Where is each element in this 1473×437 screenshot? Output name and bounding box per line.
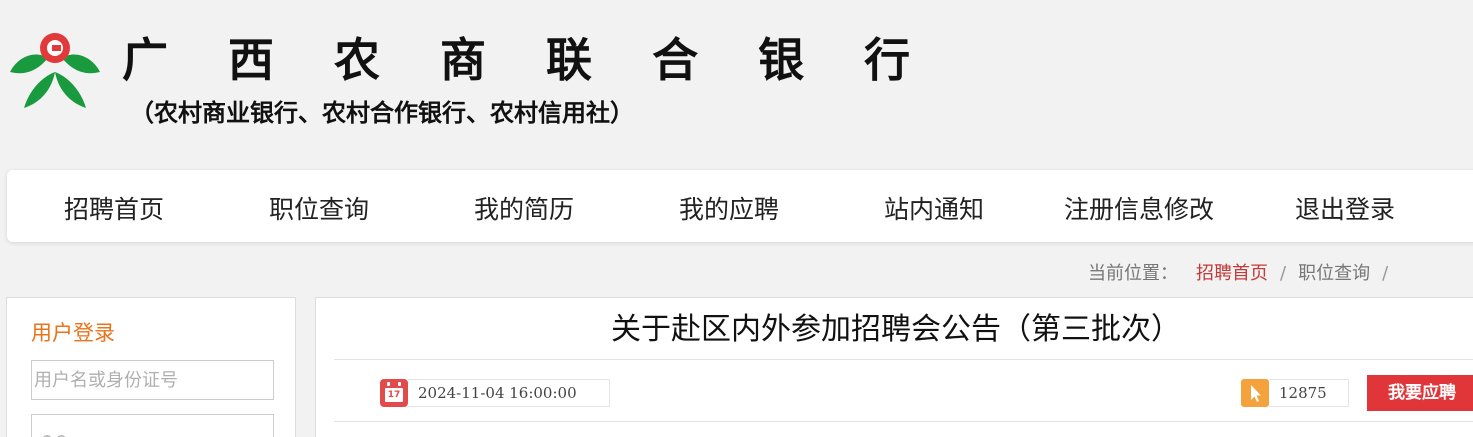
article-panel: 关于赴区内外参加招聘会公告（第三批次） 17 2024-11-04 16:00:… <box>315 297 1473 437</box>
main-nav: 招聘首页 职位查询 我的简历 我的应聘 站内通知 注册信息修改 退出登录 <box>7 170 1473 242</box>
calendar-day: 17 <box>385 388 403 402</box>
bank-subtitle: （农村商业银行、农村合作银行、农村信用社） <box>130 99 634 127</box>
apply-button[interactable]: 我要应聘 <box>1367 375 1473 411</box>
nav-item-my-applications[interactable]: 我的应聘 <box>679 170 779 242</box>
nav-item-home[interactable]: 招聘首页 <box>64 170 164 242</box>
breadcrumb-separator: / <box>1382 263 1389 284</box>
divider <box>334 359 1473 360</box>
breadcrumb-separator: / <box>1280 263 1287 284</box>
nav-item-job-search[interactable]: 职位查询 <box>269 170 369 242</box>
login-title: 用户登录 <box>31 321 115 345</box>
article-title: 关于赴区内外参加招聘会公告（第三批次） <box>611 312 1181 347</box>
view-count: 12875 <box>1269 379 1349 407</box>
nav-item-logout[interactable]: 退出登录 <box>1295 170 1395 242</box>
breadcrumb-job-search-link[interactable]: 职位查询 <box>1298 263 1370 284</box>
cursor-icon <box>1241 379 1269 407</box>
bank-title: 广 西 农 商 联 合 银 行 <box>122 33 933 87</box>
publish-date: 2024-11-04 16:00:00 <box>408 379 610 407</box>
breadcrumb-home-link[interactable]: 招聘首页 <box>1196 263 1268 284</box>
divider <box>334 421 1473 422</box>
calendar-icon: 17 <box>380 379 408 407</box>
username-input[interactable] <box>31 360 274 400</box>
nav-item-notifications[interactable]: 站内通知 <box>884 170 984 242</box>
breadcrumb: 当前位置： 招聘首页 / 职位查询 / <box>1088 262 1400 286</box>
nav-item-edit-registration[interactable]: 注册信息修改 <box>1064 170 1214 242</box>
login-panel: 用户登录 ●● <box>6 297 296 437</box>
nav-item-my-resume[interactable]: 我的简历 <box>474 170 574 242</box>
password-placeholder-dots: ●● <box>41 432 69 437</box>
bank-logo-icon <box>8 30 102 110</box>
breadcrumb-label: 当前位置： <box>1088 263 1178 284</box>
